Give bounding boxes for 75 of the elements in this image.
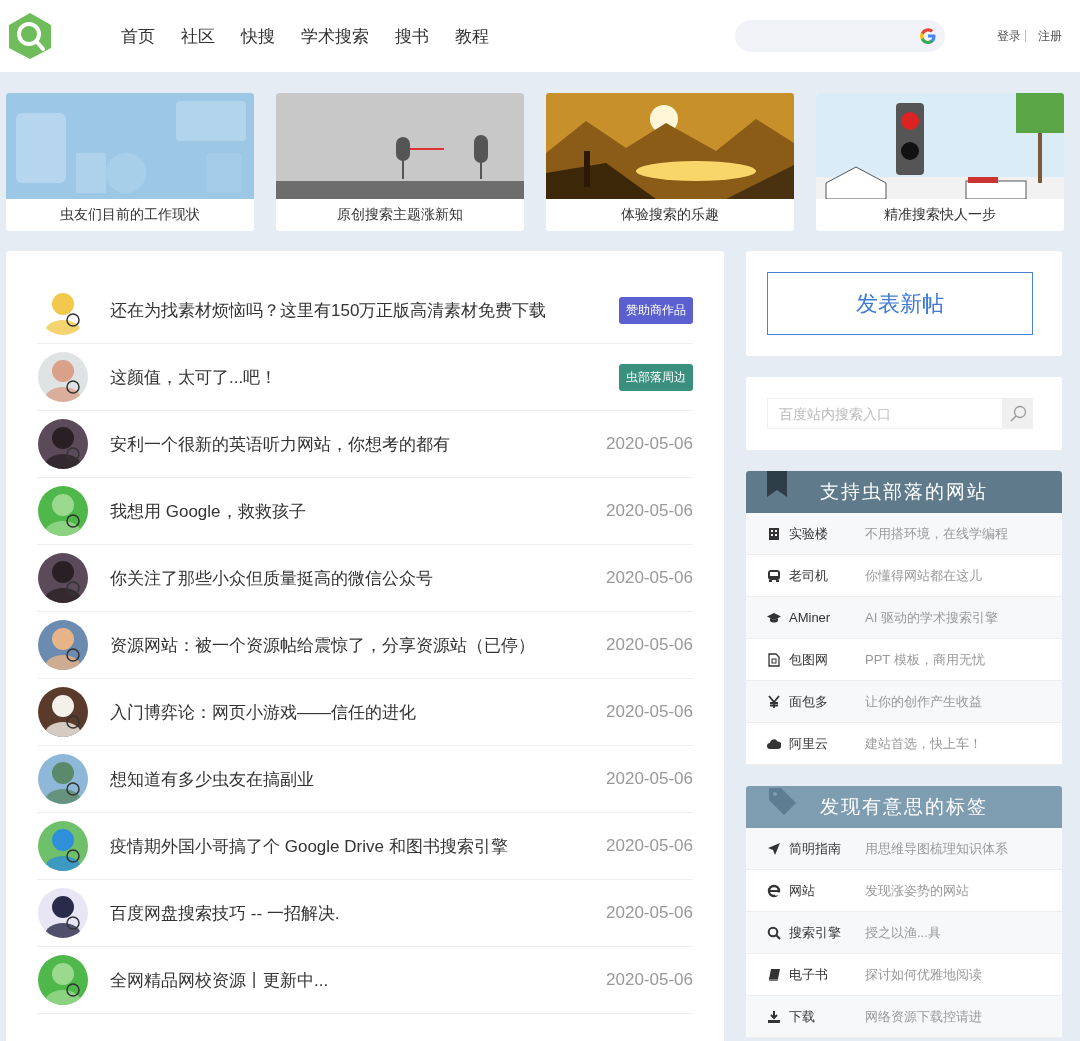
link-description: 发现涨姿势的网站: [865, 881, 969, 900]
link-description: 让你的创作产生收益: [865, 692, 982, 711]
auth-link[interactable]: 登录: [997, 27, 1021, 45]
post-title[interactable]: 全网精品网校资源丨更新中...: [110, 968, 329, 992]
post-title[interactable]: 资源网站：被一个资源帖给震惊了，分享资源站（已停）: [110, 633, 535, 657]
post-date: 2020-05-06: [606, 635, 693, 655]
link-name[interactable]: 简明指南: [789, 839, 865, 858]
panel-title: 发现有意思的标签: [820, 795, 988, 819]
post-date: 2020-05-06: [606, 702, 693, 722]
banner-caption[interactable]: 体验搜索的乐趣: [621, 206, 719, 224]
color-g-logo-icon: [919, 27, 937, 45]
download-icon: [767, 1009, 781, 1024]
new-post-button[interactable]: 发表新帖: [767, 272, 1033, 335]
search-icon: [1008, 404, 1027, 423]
link-name[interactable]: 老司机: [789, 566, 865, 585]
graduation-cap-icon: [767, 610, 781, 625]
banner-caption[interactable]: 虫友们目前的工作现状: [60, 206, 200, 224]
post-title[interactable]: 疫情期外国小哥搞了个 Google Drive 和图书搜索引擎: [110, 834, 508, 858]
post-title[interactable]: 还在为找素材烦恼吗？这里有150万正版高清素材免费下载: [110, 298, 547, 322]
post-title[interactable]: 安利一个很新的英语听力网站，你想考的都有: [110, 432, 450, 456]
nav-link[interactable]: 快搜: [228, 24, 288, 48]
link-description: 用思维导图梳理知识体系: [865, 839, 1008, 858]
post-date: 2020-05-06: [606, 568, 693, 588]
link-name[interactable]: 电子书: [789, 965, 865, 984]
post-tag: 虫部落周边: [619, 363, 693, 391]
link-description: AI 驱动的学术搜索引擎: [865, 608, 998, 627]
auth-link[interactable]: 注册: [1038, 27, 1062, 45]
link-name[interactable]: 阿里云: [789, 734, 865, 753]
post-title[interactable]: 入门博弈论：网页小游戏——信任的进化: [110, 700, 416, 724]
browser-icon: [767, 883, 781, 898]
link-name[interactable]: 面包多: [789, 692, 865, 711]
link-description: 不用搭环境，在线学编程: [865, 524, 1008, 543]
post-date: 2020-05-06: [606, 903, 693, 923]
post-title[interactable]: 你关注了那些小众但质量挺高的微信公众号: [110, 566, 433, 590]
nav-link[interactable]: 搜书: [382, 24, 442, 48]
link-name[interactable]: 搜索引擎: [789, 923, 865, 942]
nav-link[interactable]: 社区: [168, 24, 228, 48]
link-description: 探讨如何优雅地阅读: [865, 965, 982, 984]
link-description: PPT 模板，商用无忧: [865, 650, 985, 669]
link-description: 建站首选，快上车！: [865, 734, 982, 753]
post-date: 2020-05-06: [606, 501, 693, 521]
search-button[interactable]: [1002, 398, 1033, 429]
post-title[interactable]: 想知道有多少虫友在搞副业: [110, 767, 314, 791]
link-name[interactable]: AMiner: [789, 610, 865, 625]
link-name[interactable]: 实验楼: [789, 524, 865, 543]
document-icon: [767, 652, 781, 667]
nav-link[interactable]: 首页: [108, 24, 168, 48]
search-icon: [767, 925, 781, 940]
building-icon: [767, 526, 781, 541]
post-date: 2020-05-06: [606, 970, 693, 990]
link-name[interactable]: 下载: [789, 1007, 865, 1026]
link-description: 网络资源下载控请进: [865, 1007, 982, 1026]
hexagon-logo-icon: [8, 12, 52, 60]
post-title[interactable]: 百度网盘搜索技巧 -- 一招解决.: [110, 901, 340, 925]
post-title[interactable]: 这颜值，太可了...吧！: [110, 365, 278, 389]
link-description: 你懂得网站都在这儿: [865, 566, 982, 585]
post-title[interactable]: 我想用 Google，救救孩子: [110, 499, 306, 523]
book-icon: [767, 967, 781, 982]
post-date: 2020-05-06: [606, 836, 693, 856]
banner-caption[interactable]: 精准搜索快人一步: [884, 206, 996, 224]
bus-icon: [767, 568, 781, 583]
panel-title: 支持虫部落的网站: [820, 480, 988, 504]
yen-icon: [767, 694, 781, 709]
post-tag: 赞助商作品: [619, 296, 693, 324]
link-name[interactable]: 网站: [789, 881, 865, 900]
nav-link[interactable]: 学术搜索: [288, 24, 382, 48]
navigation-arrow-icon: [767, 841, 781, 856]
search-field[interactable]: [735, 20, 945, 52]
post-date: 2020-05-06: [606, 769, 693, 789]
post-date: 2020-05-06: [606, 434, 693, 454]
cloud-icon: [767, 736, 781, 751]
nav-link[interactable]: 教程: [442, 24, 502, 48]
link-name[interactable]: 包图网: [789, 650, 865, 669]
banner-caption[interactable]: 原创搜索主题涨新知: [337, 206, 463, 224]
link-description: 授之以渔...具: [865, 923, 941, 942]
